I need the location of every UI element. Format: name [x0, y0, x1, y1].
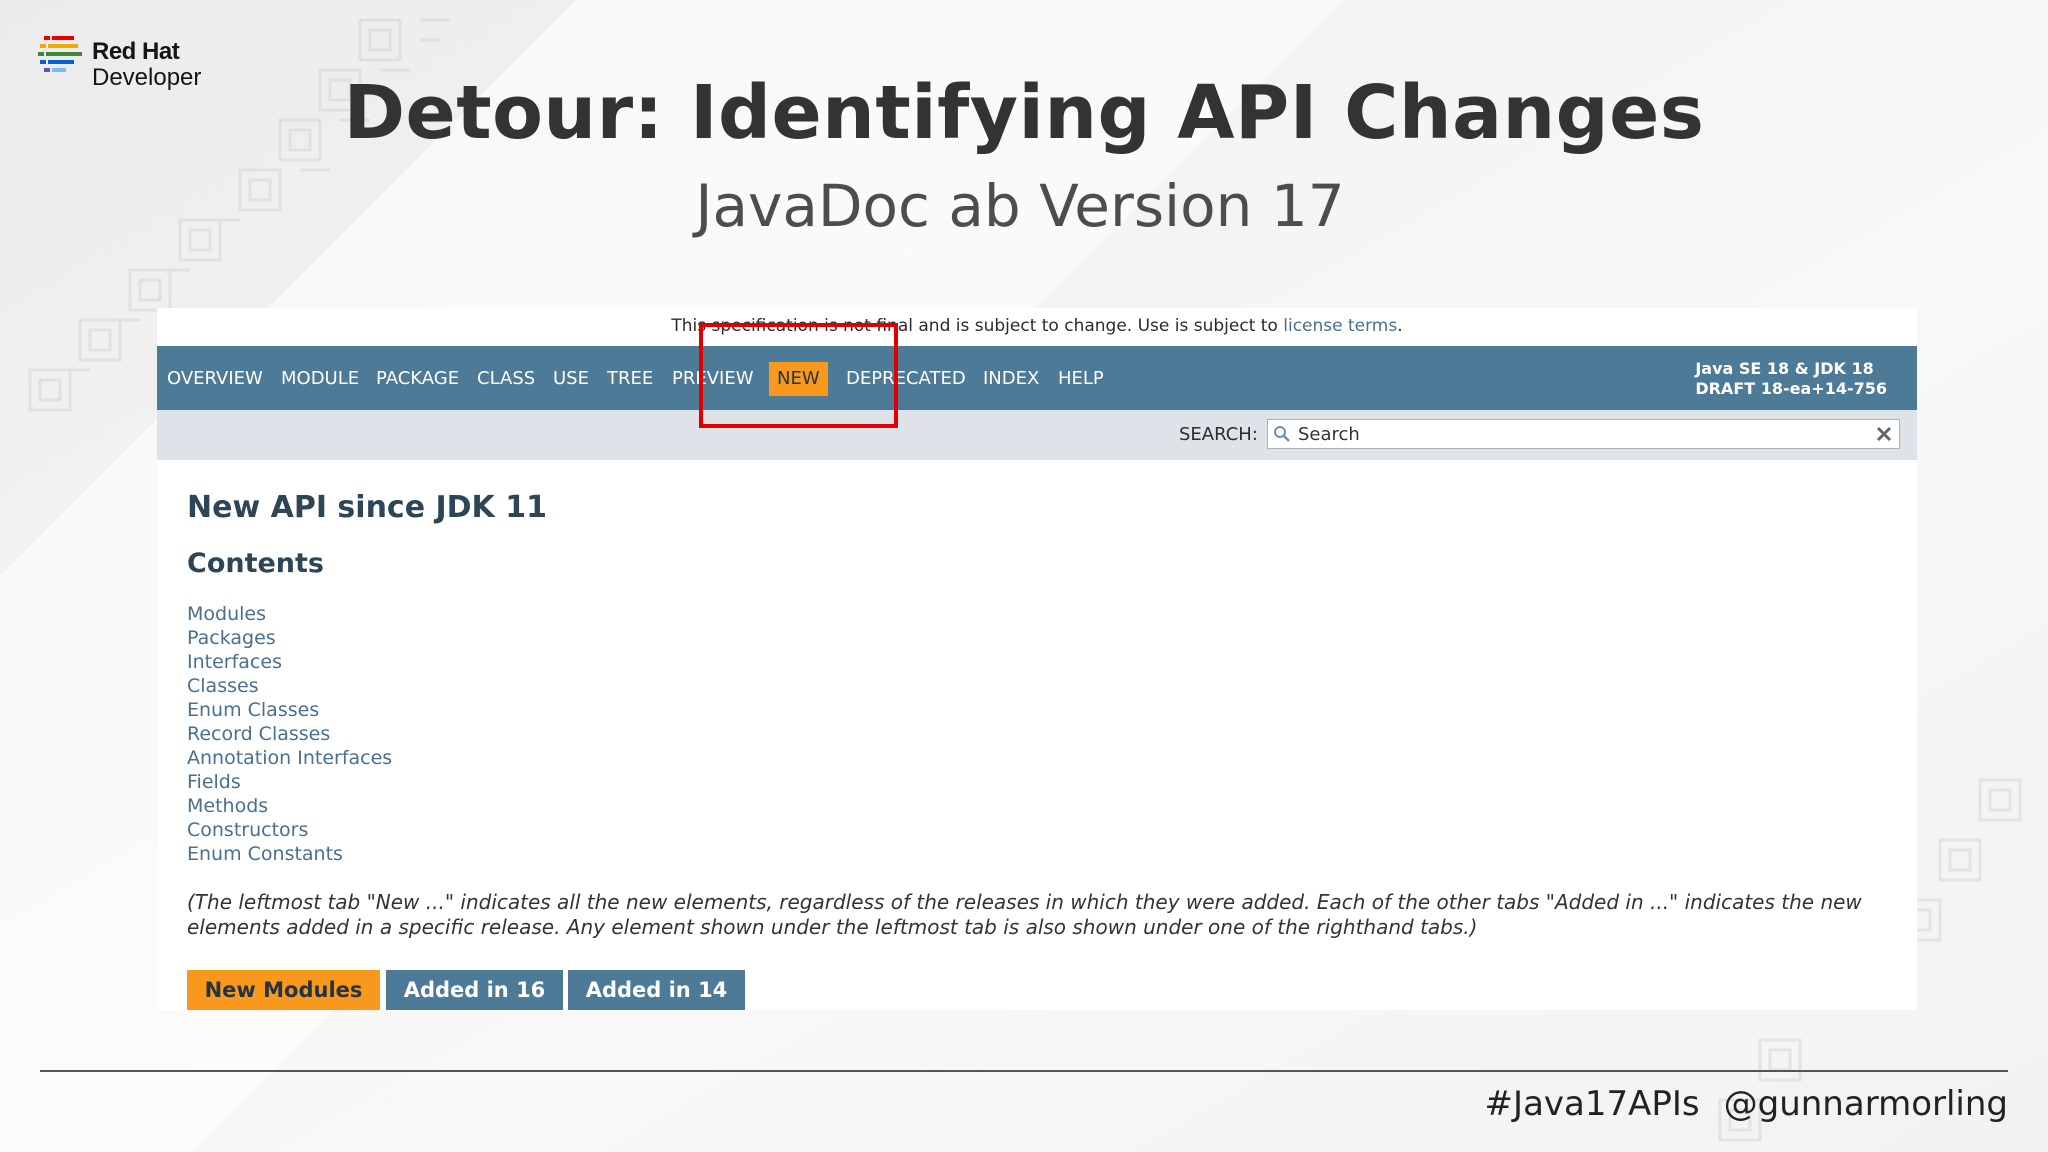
search-input[interactable] — [1298, 420, 1858, 448]
tab-added-in-16[interactable]: Added in 16 — [386, 970, 563, 1010]
contents-link-interfaces[interactable]: Interfaces — [187, 650, 392, 674]
release-build: DRAFT 18-ea+14-756 — [1695, 379, 1887, 398]
contents-link-modules[interactable]: Modules — [187, 602, 392, 626]
search-label: SEARCH: — [1179, 424, 1258, 445]
contents-link-constructors[interactable]: Constructors — [187, 818, 392, 842]
top-navigation-bar: OVERVIEW MODULE PACKAGE CLASS USE TREE P… — [157, 346, 1917, 410]
footer: #Java17APIs @gunnarmorling — [1461, 1084, 2008, 1124]
release-version: Java SE 18 & JDK 18 — [1695, 359, 1874, 378]
javadoc-screenshot: This specification is not final and is s… — [157, 308, 1917, 1010]
tab-new-modules[interactable]: New Modules — [187, 970, 380, 1010]
slide-subtitle: JavaDoc ab Version 17 — [695, 172, 1345, 240]
footer-divider — [40, 1070, 2008, 1072]
search-icon — [1274, 426, 1290, 442]
contents-link-record-classes[interactable]: Record Classes — [187, 722, 392, 746]
contents-link-classes[interactable]: Classes — [187, 674, 392, 698]
close-icon[interactable] — [1875, 425, 1893, 443]
contents-link-packages[interactable]: Packages — [187, 626, 392, 650]
draft-notice: This specification is not final and is s… — [157, 316, 1917, 336]
contents-link-methods[interactable]: Methods — [187, 794, 392, 818]
contents-link-enum-constants[interactable]: Enum Constants — [187, 842, 392, 866]
nav-overview[interactable]: OVERVIEW — [166, 363, 264, 395]
logo-red-hat-text: Red Hat — [92, 38, 180, 65]
slide-title: Detour: Identifying API Changes — [343, 70, 1705, 156]
page-heading: New API since JDK 11 — [187, 490, 547, 525]
license-terms-link[interactable]: license terms — [1283, 316, 1397, 336]
tabs-explanation: (The leftmost tab "New ..." indicates al… — [187, 890, 1862, 939]
contents-link-fields[interactable]: Fields — [187, 770, 392, 794]
contents-link-annotation-interfaces[interactable]: Annotation Interfaces — [187, 746, 392, 770]
release-info: Java SE 18 & JDK 18 DRAFT 18-ea+14-756 — [1695, 359, 1887, 399]
footer-handle: @gunnarmorling — [1723, 1084, 2008, 1124]
nav-use[interactable]: USE — [552, 363, 590, 395]
footer-hashtag: #Java17APIs — [1484, 1084, 1700, 1124]
nav-help[interactable]: HELP — [1057, 363, 1105, 395]
tab-added-in-14[interactable]: Added in 14 — [568, 970, 745, 1010]
contents-list: Modules Packages Interfaces Classes Enum… — [187, 602, 392, 866]
nav-index[interactable]: INDEX — [982, 363, 1040, 395]
contents-heading: Contents — [187, 548, 325, 579]
nav-module[interactable]: MODULE — [280, 363, 360, 395]
search-box[interactable] — [1267, 419, 1900, 449]
contents-link-enum-classes[interactable]: Enum Classes — [187, 698, 392, 722]
nav-tree[interactable]: TREE — [606, 363, 654, 395]
nav-package[interactable]: PACKAGE — [375, 363, 460, 395]
new-tab-highlight-box — [699, 323, 898, 428]
sub-navigation-bar: SEARCH: — [157, 410, 1917, 460]
notice-suffix: . — [1397, 316, 1403, 336]
nav-class[interactable]: CLASS — [476, 363, 536, 395]
